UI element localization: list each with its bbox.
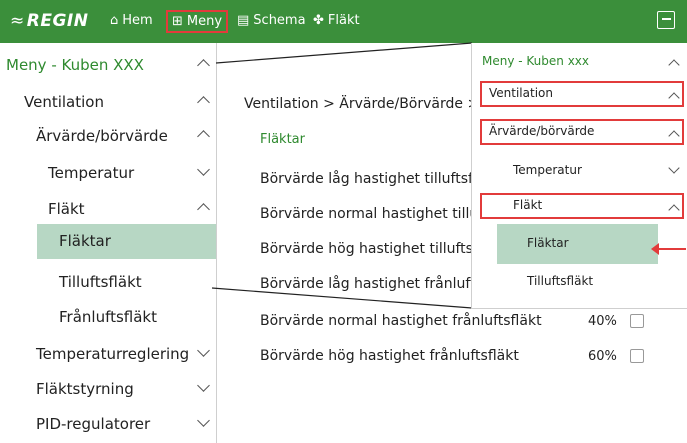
fan-icon: ✤	[313, 13, 324, 28]
chevron-up-icon	[197, 130, 210, 143]
nav-home[interactable]: ⌂ Hem	[110, 13, 153, 28]
setting-label: Börvärde hög hastighet tilluftsfläkt	[260, 241, 504, 257]
setting-value: 40%	[588, 314, 617, 329]
zoom-item-ventilation[interactable]: Ventilation	[472, 76, 687, 112]
top-bar: ≈ REGIN ⌂ Hem ⊞ Meny ▤ Schema ✤ Fläkt	[0, 0, 687, 43]
nav-flakt[interactable]: ✤ Fläkt	[313, 13, 360, 28]
section-title: Fläktar	[260, 132, 305, 147]
setting-value: 60%	[588, 349, 617, 364]
grid-menu-icon: ⊞	[172, 14, 183, 29]
logout-icon[interactable]	[657, 11, 675, 29]
sidebar-title[interactable]: Meny - Kuben XXX	[0, 47, 216, 84]
sidebar-menu: Meny - Kuben XXX Ventilation Ärvärde/bör…	[0, 43, 217, 443]
sidebar-item-tilluftsflakt[interactable]: Tilluftsfläkt	[0, 264, 216, 301]
nav-menu[interactable]: ⊞ Meny	[166, 10, 229, 33]
setting-row[interactable]: Börvärde låg hastighet tilluftsfläkt	[260, 171, 499, 187]
chevron-down-icon	[668, 162, 680, 174]
edit-icon[interactable]	[630, 314, 644, 328]
chevron-down-icon	[197, 344, 210, 357]
calendar-icon: ▤	[237, 13, 250, 28]
chevron-up-icon	[668, 59, 680, 71]
zoom-item-arvarde-borvarde[interactable]: Ärvärde/börvärde	[472, 114, 687, 150]
sidebar-item-flaktstyrning[interactable]: Fläktstyrning	[0, 371, 216, 408]
chevron-up-icon	[197, 203, 210, 216]
zoom-item-tilluftsflakt[interactable]: Tilluftsfläkt	[472, 264, 687, 300]
chevron-down-icon	[197, 163, 210, 176]
chevron-up-icon	[197, 59, 210, 72]
setting-row[interactable]: Börvärde hög hastighet frånluftsfläkt 60…	[260, 348, 644, 364]
sidebar-item-arvarde-borvarde[interactable]: Ärvärde/börvärde	[0, 118, 216, 155]
chevron-down-icon	[197, 414, 210, 427]
setting-label: Börvärde normal hastighet frånluftsfläkt	[260, 313, 542, 329]
chevron-up-icon	[197, 96, 210, 109]
setting-row[interactable]: Börvärde hög hastighet tilluftsfläkt	[260, 241, 504, 257]
setting-row[interactable]: Börvärde normal hastighet frånluftsfläkt…	[260, 313, 644, 329]
chevron-up-icon	[668, 204, 680, 216]
chevron-down-icon	[197, 379, 210, 392]
zoom-item-temperatur[interactable]: Temperatur	[472, 153, 687, 189]
sidebar-item-ventilation[interactable]: Ventilation	[0, 84, 216, 121]
pointer-arrow-icon	[651, 243, 686, 255]
edit-icon[interactable]	[630, 349, 644, 363]
zoom-item-flakt[interactable]: Fläkt	[472, 188, 687, 224]
sidebar-item-temperaturreglering[interactable]: Temperaturreglering	[0, 336, 216, 373]
setting-label: Börvärde hög hastighet frånluftsfläkt	[260, 348, 519, 364]
breadcrumb: Ventilation > Ärvärde/Börvärde >	[244, 96, 480, 112]
setting-label: Börvärde låg hastighet tilluftsfläkt	[260, 171, 499, 187]
home-icon: ⌂	[110, 13, 119, 28]
chevron-up-icon	[668, 130, 680, 142]
sidebar-item-flaktar[interactable]: Fläktar	[37, 224, 216, 259]
chevron-up-icon	[668, 92, 680, 104]
sidebar-item-temperatur[interactable]: Temperatur	[0, 155, 216, 192]
sidebar-item-flakt[interactable]: Fläkt	[0, 191, 216, 228]
zoom-title[interactable]: Meny - Kuben xxx	[472, 43, 687, 79]
nav-schema[interactable]: ▤ Schema	[237, 13, 306, 28]
sidebar-item-pid-regulatorer[interactable]: PID-regulatorer	[0, 406, 216, 443]
regin-logo[interactable]: ≈ REGIN	[10, 11, 88, 31]
sidebar-item-franluftsflakt[interactable]: Frånluftsfläkt	[0, 299, 216, 336]
zoom-item-flaktar[interactable]: Fläktar	[497, 224, 658, 264]
wave-icon: ≈	[10, 11, 25, 31]
zoomed-menu-callout: Meny - Kuben xxx Ventilation Ärvärde/bör…	[471, 43, 687, 309]
